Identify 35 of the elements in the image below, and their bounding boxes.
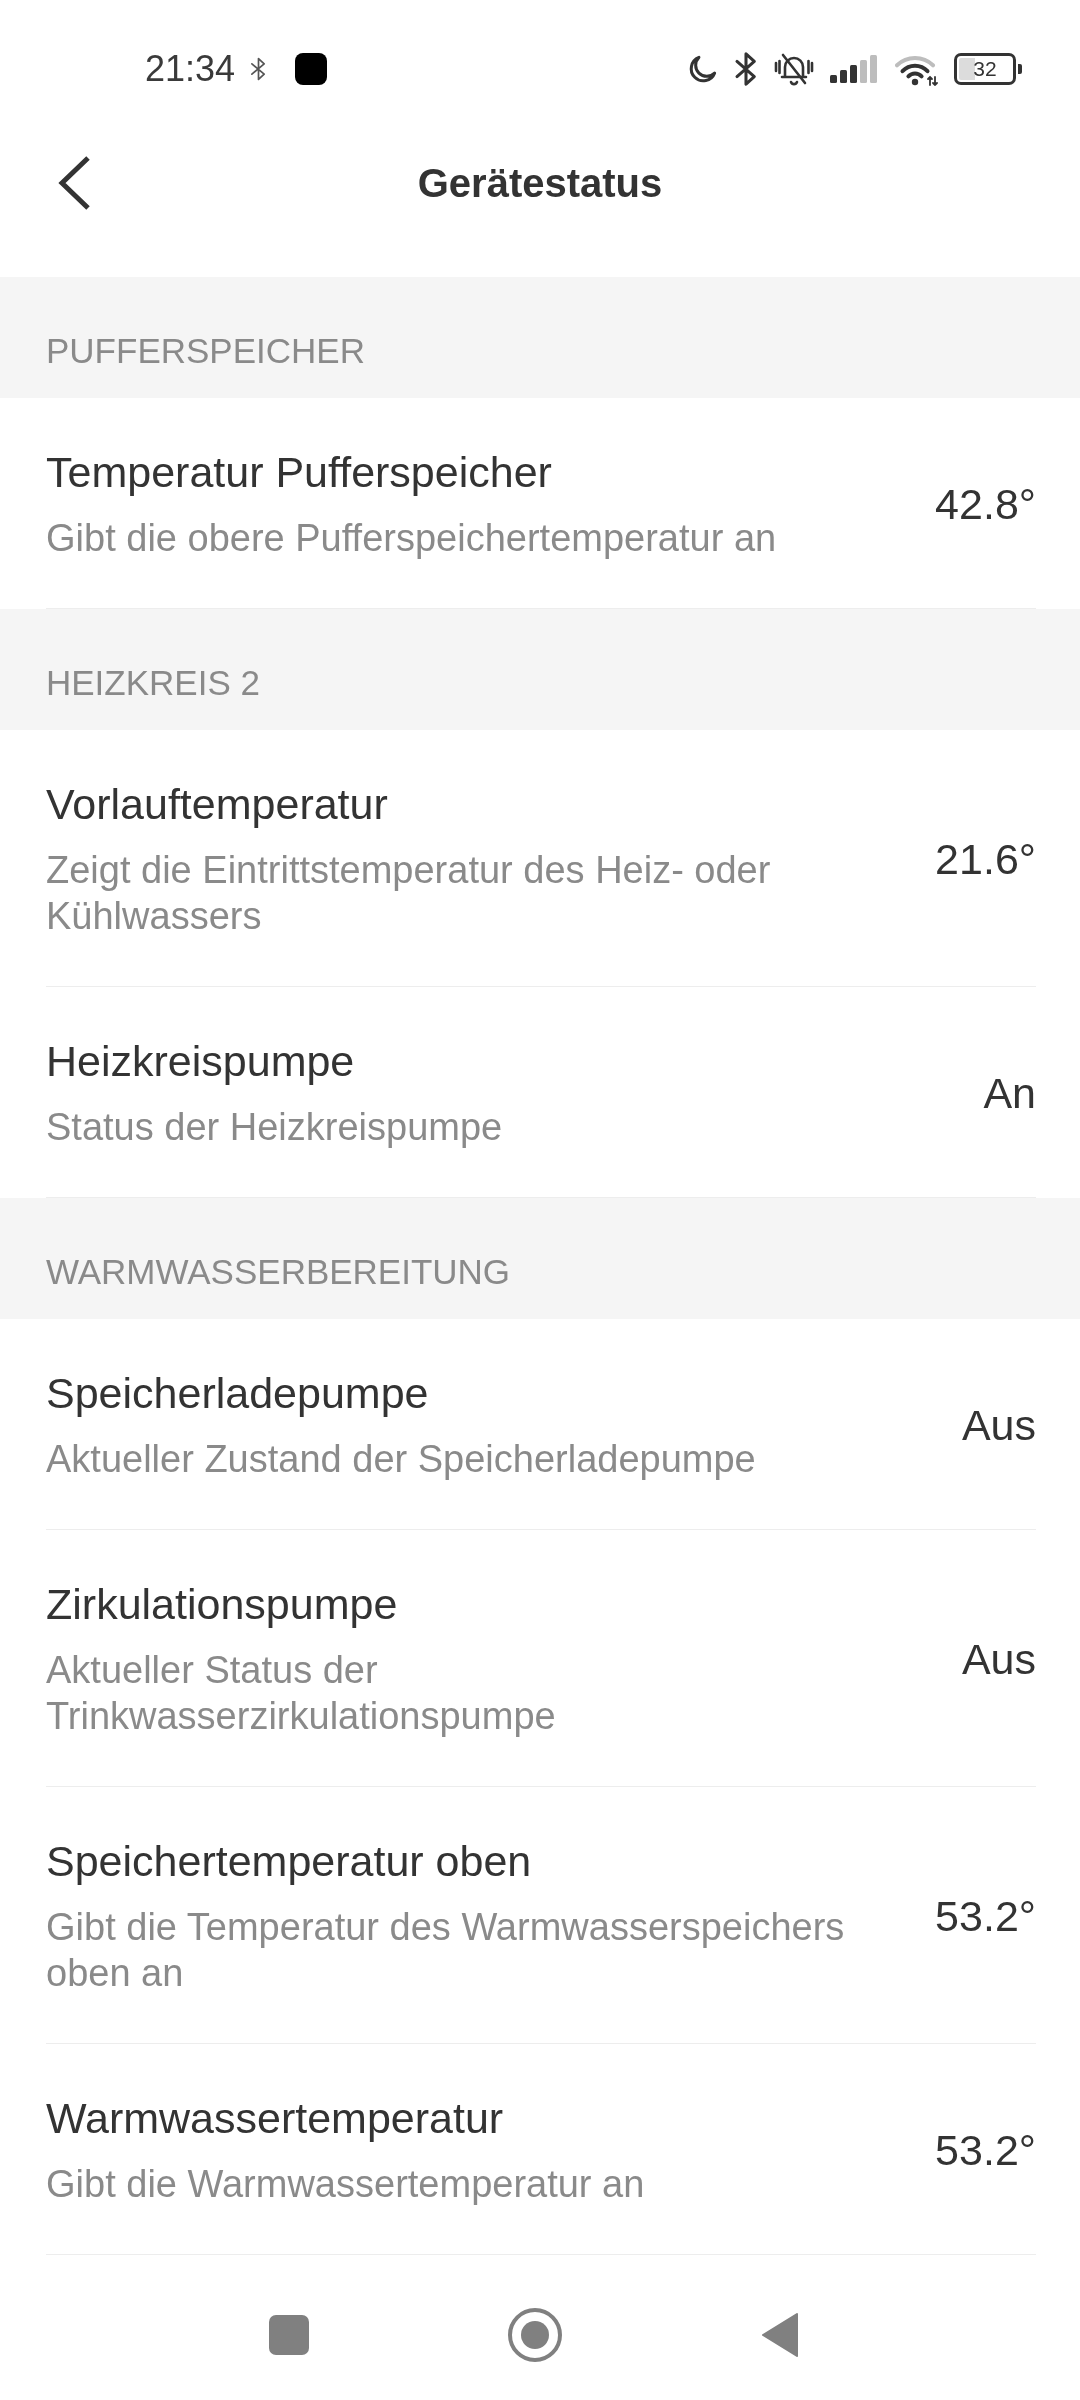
setting-value: 53.2° [935, 1890, 1036, 1942]
setting-value: 42.8° [935, 478, 1036, 530]
rounded-square-icon [295, 53, 328, 85]
setting-description: Gibt die Temperatur des Warmwasserspeichers oben an [46, 1905, 846, 1996]
setting-title: Speicherladepumpe [46, 1368, 429, 1419]
bluetooth-icon [250, 55, 268, 83]
setting-value: An [983, 1067, 1036, 1119]
setting-title: Zirkulationspumpe [46, 1579, 398, 1630]
setting-title: Speichertemperatur oben [46, 1836, 532, 1887]
setting-title: Temperatur Pufferspeicher [46, 447, 552, 498]
setting-value: 21.6° [935, 833, 1036, 885]
bluetooth-icon [734, 51, 758, 87]
triangle-icon[interactable] [761, 2312, 799, 2358]
setting-description: Aktueller Zustand der Speicherladepumpe [46, 1437, 756, 1482]
setting-value: Aus [961, 1633, 1036, 1685]
clock-time: 21:34 [145, 49, 236, 89]
setting-value: Aus [961, 1399, 1036, 1451]
battery-indicator: 32 [954, 53, 1022, 85]
signal-icon [830, 55, 880, 83]
page-title: Gerätestatus [417, 160, 663, 207]
back-icon[interactable] [58, 155, 92, 211]
setting-description: Status der Heizkreispumpe [46, 1105, 503, 1150]
section-header: WARMWASSERBEREITUNG [0, 1198, 1080, 1319]
square-icon[interactable] [269, 2315, 309, 2355]
setting-title: Vorlauftemperatur [46, 779, 388, 830]
setting-value: 53.2° [935, 2124, 1036, 2176]
setting-description: Zeigt die Eintrittstemperatur des Heiz- oder Kühlwassers [46, 848, 772, 939]
setting-description: Gibt die Warmwassertemperatur an [46, 2162, 645, 2207]
circle-icon[interactable] [508, 2308, 562, 2362]
setting-description: Aktueller Status der Trinkwasserzirkulationspumpe [46, 1648, 557, 1739]
setting-description: Gibt die obere Pufferspeichertemperatur an [46, 516, 777, 561]
section-header: HEIZKREIS 2 [0, 609, 1080, 730]
setting-title: Warmwassertemperatur [46, 2093, 504, 2144]
setting-title: Heizkreispumpe [46, 1036, 355, 1087]
section-header: PUFFERSPEICHER [0, 277, 1080, 398]
